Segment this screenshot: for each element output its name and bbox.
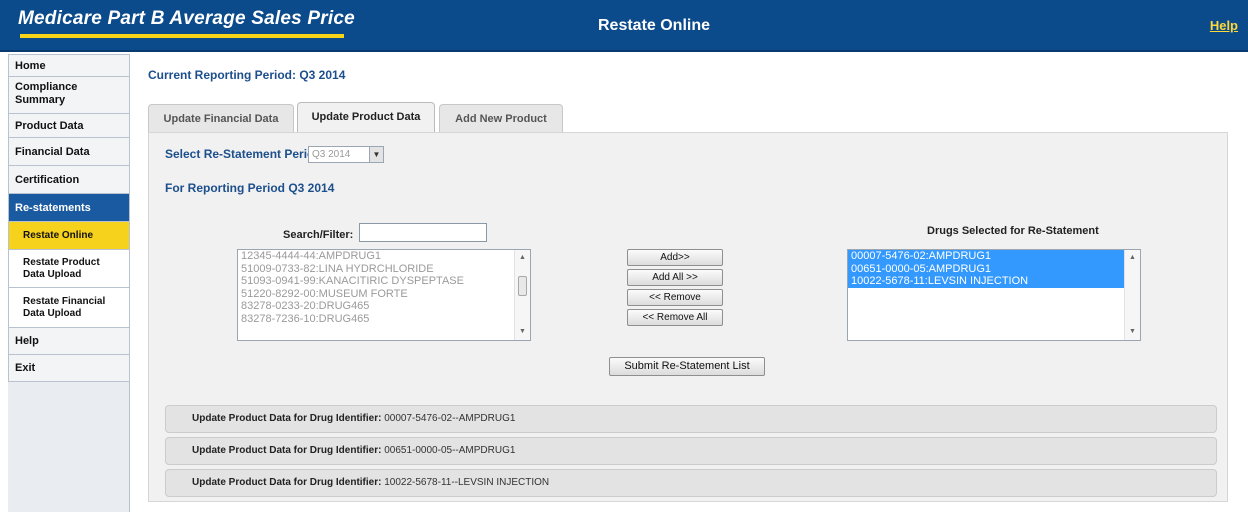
sidebar-item-compliance-summary[interactable]: Compliance Summary [8, 77, 130, 114]
accordion-drug-2[interactable]: Update Product Data for Drug Identifier:… [165, 437, 1217, 465]
app-header: Medicare Part B Average Sales Price Rest… [0, 0, 1248, 52]
scroll-down-icon[interactable]: ▼ [515, 326, 530, 338]
accordion-drug-id: 00007-5476-02--AMPDRUG1 [384, 413, 516, 424]
sidebar-item-certification[interactable]: Certification [8, 166, 130, 194]
sidebar-item-exit[interactable]: Exit [8, 355, 130, 382]
accordion-prefix: Update Product Data for Drug Identifier: [192, 413, 382, 424]
restatement-period-value: Q3 2014 [312, 149, 351, 160]
help-link[interactable]: Help [1210, 18, 1238, 33]
tab-update-financial-data[interactable]: Update Financial Data [148, 104, 294, 132]
list-item[interactable]: 00007-5476-02:AMPDRUG1 [848, 250, 1140, 263]
scroll-thumb[interactable] [518, 276, 527, 296]
tab-add-new-product[interactable]: Add New Product [439, 104, 563, 132]
reporting-period-label: For Reporting Period Q3 2014 [165, 181, 335, 195]
selected-drugs-label: Drugs Selected for Re-Statement [927, 225, 1099, 237]
add-all-button[interactable]: Add All >> [627, 269, 723, 286]
available-drugs-list[interactable]: 12345-4444-44:AMPDRUG1 51009-0733-82:LIN… [237, 249, 531, 341]
sidebar-item-product-data[interactable]: Product Data [8, 114, 130, 138]
tab-update-product-data[interactable]: Update Product Data [297, 102, 435, 132]
sidebar-subitem-restate-online[interactable]: Restate Online [8, 222, 130, 250]
sidebar-item-home[interactable]: Home [8, 54, 130, 77]
accordion-drug-id: 00651-0000-05--AMPDRUG1 [384, 445, 516, 456]
list-item[interactable]: 83278-0233-20:DRUG465 [238, 300, 530, 313]
selected-drugs-list[interactable]: 00007-5476-02:AMPDRUG1 00651-0000-05:AMP… [847, 249, 1141, 341]
accordion-drug-3[interactable]: Update Product Data for Drug Identifier:… [165, 469, 1217, 497]
current-period-title: Current Reporting Period: Q3 2014 [148, 68, 346, 82]
list-item[interactable]: 12345-4444-44:AMPDRUG1 [238, 250, 530, 263]
remove-button[interactable]: << Remove [627, 289, 723, 306]
selected-list-scrollbar[interactable]: ▲ ▼ [1124, 250, 1140, 340]
accordion-prefix: Update Product Data for Drug Identifier: [192, 477, 382, 488]
main-content: Current Reporting Period: Q3 2014 Update… [138, 54, 1238, 512]
submit-restatement-button[interactable]: Submit Re-Statement List [609, 357, 765, 376]
list-item[interactable]: 51093-0941-99:KANACITIRIC DYSPEPTASE [238, 275, 530, 288]
list-item[interactable]: 00651-0000-05:AMPDRUG1 [848, 262, 1140, 275]
sidebar-item-help[interactable]: Help [8, 328, 130, 355]
search-filter-input[interactable] [359, 223, 487, 242]
scroll-up-icon[interactable]: ▲ [1125, 252, 1140, 264]
tab-panel: Select Re-Statement Period: Q3 2014 ▼ Fo… [148, 132, 1228, 502]
add-button[interactable]: Add>> [627, 249, 723, 266]
list-item[interactable]: 51220-8292-00:MUSEUM FORTE [238, 288, 530, 301]
list-item[interactable]: 83278-7236-10:DRUG465 [238, 313, 530, 326]
accordion-prefix: Update Product Data for Drug Identifier: [192, 445, 382, 456]
restatement-period-label: Select Re-Statement Period: [165, 147, 326, 161]
list-item[interactable]: 10022-5678-11:LEVSIN INJECTION [848, 275, 1140, 288]
remove-all-button[interactable]: << Remove All [627, 309, 723, 326]
scroll-down-icon[interactable]: ▼ [1125, 326, 1140, 338]
accordion-drug-id: 10022-5678-11--LEVSIN INJECTION [384, 477, 550, 488]
search-filter-label: Search/Filter: [283, 229, 354, 241]
restatement-period-select[interactable]: Q3 2014 ▼ [308, 146, 384, 163]
sidebar-subitem-restate-financial-upload[interactable]: Restate Financial Data Upload [8, 288, 130, 328]
sidebar: Home Compliance Summary Product Data Fin… [8, 54, 130, 512]
accordion-drug-1[interactable]: Update Product Data for Drug Identifier:… [165, 405, 1217, 433]
sidebar-subitem-restate-product-upload[interactable]: Restate Product Data Upload [8, 250, 130, 288]
list-item[interactable]: 51009-0733-82:LINA HYDRCHLORIDE [238, 263, 530, 276]
scroll-up-icon[interactable]: ▲ [515, 252, 530, 264]
sidebar-item-financial-data[interactable]: Financial Data [8, 138, 130, 166]
available-list-scrollbar[interactable]: ▲ ▼ [514, 250, 530, 340]
page-title: Restate Online [597, 17, 711, 34]
chevron-down-icon[interactable]: ▼ [369, 147, 383, 162]
sidebar-item-re-statements[interactable]: Re-statements [8, 194, 130, 222]
